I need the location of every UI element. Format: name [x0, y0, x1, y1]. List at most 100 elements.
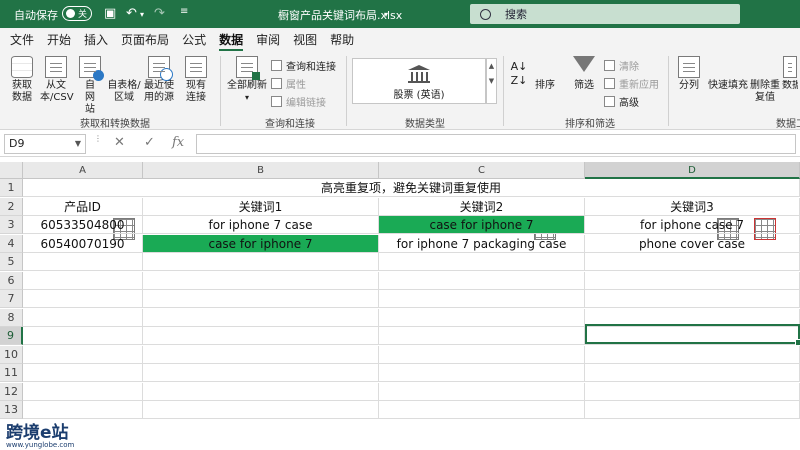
data-cell[interactable]: for iphone 7 case	[143, 216, 379, 234]
sort-button[interactable]: 排序	[532, 56, 558, 240]
empty-cell[interactable]	[585, 364, 800, 382]
empty-cell[interactable]	[585, 290, 800, 308]
empty-cell[interactable]	[23, 364, 143, 382]
empty-cell[interactable]	[585, 308, 800, 327]
data-cell[interactable]: 60540070190	[23, 234, 143, 253]
empty-cell[interactable]	[585, 345, 800, 364]
empty-cell[interactable]	[143, 345, 379, 364]
autosave-toggle[interactable]: 关	[62, 6, 92, 21]
undo-dropdown-icon[interactable]: ▾	[140, 10, 144, 19]
text-to-columns-button[interactable]: 分列	[676, 56, 702, 92]
empty-cell[interactable]	[143, 271, 379, 290]
header-cell[interactable]: 关键词1	[143, 197, 379, 216]
empty-cell[interactable]	[23, 271, 143, 290]
row-header-8[interactable]: 8	[0, 308, 23, 327]
empty-cell[interactable]	[379, 271, 585, 290]
empty-cell[interactable]	[143, 290, 379, 308]
redo-icon[interactable]: ↷	[154, 6, 165, 21]
sheet-title-cell[interactable]: 高亮重复项，避免关键词重复使用	[23, 179, 800, 197]
row-header-5[interactable]: 5	[0, 253, 23, 271]
row-header-11[interactable]: 11	[0, 364, 23, 382]
header-cell[interactable]: 关键词2	[379, 197, 585, 216]
empty-cell[interactable]	[23, 327, 143, 345]
duplicate-highlight-cell[interactable]: case for iphone 7	[379, 216, 585, 234]
existing-connections-button[interactable]: 现有连接	[182, 56, 210, 104]
empty-cell[interactable]	[379, 308, 585, 327]
title-dropdown-icon[interactable]: ▾	[384, 10, 388, 19]
sort-ascending-button[interactable]: A↓ Z↓	[510, 60, 528, 88]
row-header-12[interactable]: 12	[0, 382, 23, 401]
tab-help[interactable]: 帮助	[330, 28, 354, 52]
get-data-button[interactable]: 获取数据	[6, 56, 38, 104]
empty-cell[interactable]	[143, 401, 379, 419]
column-header-c[interactable]: C	[379, 162, 585, 179]
column-header-a[interactable]: A	[23, 162, 143, 179]
tab-review[interactable]: 审阅	[256, 28, 280, 52]
empty-cell[interactable]	[379, 327, 585, 345]
clear-button[interactable]: 清除	[604, 58, 639, 73]
empty-cell[interactable]	[23, 253, 143, 271]
tab-formulas[interactable]: 公式	[182, 28, 206, 52]
row-header-10[interactable]: 10	[0, 345, 23, 364]
duplicate-highlight-cell[interactable]: case for iphone 7	[143, 234, 379, 253]
row-header-4[interactable]: 4	[0, 234, 23, 253]
name-box[interactable]: D9 ▼	[4, 134, 86, 154]
insert-function-icon[interactable]: fx	[172, 135, 184, 150]
from-web-button[interactable]: 自网站	[76, 56, 104, 116]
tab-data[interactable]: 数据	[219, 28, 244, 52]
data-cell[interactable]: 60533504800	[23, 216, 143, 234]
flash-fill-button[interactable]: 快速填充	[706, 56, 750, 240]
data-cell[interactable]: phone cover case	[585, 234, 800, 253]
from-table-button[interactable]: 自表格/区域	[106, 56, 142, 240]
stocks-datatype-button[interactable]: 股票 (英语)	[352, 58, 486, 104]
tab-home[interactable]: 开始	[47, 28, 71, 52]
data-validation-button[interactable]: 数据验证	[782, 56, 798, 92]
empty-cell[interactable]	[585, 271, 800, 290]
save-icon[interactable]: ▣	[104, 6, 116, 21]
empty-cell[interactable]	[585, 382, 800, 401]
recent-sources-button[interactable]: 最近使用的源	[142, 56, 176, 104]
data-cell[interactable]: for iphone case 7	[585, 216, 800, 234]
header-cell[interactable]: 产品ID	[23, 197, 143, 216]
empty-cell[interactable]	[379, 290, 585, 308]
row-header-1[interactable]: 1	[0, 179, 23, 197]
header-cell[interactable]: 关键词3	[585, 197, 800, 216]
data-cell[interactable]: for iphone 7 packaging case	[379, 234, 585, 253]
empty-cell[interactable]	[23, 401, 143, 419]
tab-page-layout[interactable]: 页面布局	[121, 28, 169, 52]
row-header-6[interactable]: 6	[0, 271, 23, 290]
column-header-b[interactable]: B	[143, 162, 379, 179]
empty-cell[interactable]	[143, 308, 379, 327]
empty-cell[interactable]	[23, 290, 143, 308]
empty-cell[interactable]	[23, 382, 143, 401]
row-header-2[interactable]: 2	[0, 197, 23, 216]
reapply-button[interactable]: 重新应用	[604, 76, 659, 91]
empty-cell[interactable]	[23, 345, 143, 364]
empty-cell[interactable]	[379, 253, 585, 271]
row-header-3[interactable]: 3	[0, 216, 23, 234]
tab-insert[interactable]: 插入	[84, 28, 108, 52]
empty-cell[interactable]	[379, 382, 585, 401]
edit-links-button[interactable]: 编辑链接	[271, 94, 326, 109]
empty-cell[interactable]	[585, 401, 800, 419]
from-text-csv-button[interactable]: 从文本/CSV	[40, 56, 74, 104]
formula-input[interactable]	[196, 134, 796, 154]
tab-file[interactable]: 文件	[10, 28, 34, 52]
filter-button[interactable]: 筛选	[570, 56, 598, 92]
empty-cell[interactable]	[143, 327, 379, 345]
row-header-7[interactable]: 7	[0, 290, 23, 308]
tab-view[interactable]: 视图	[293, 28, 317, 52]
cancel-icon[interactable]: ✕	[114, 135, 125, 150]
customize-toolbar-icon[interactable]: ≡	[180, 6, 188, 17]
datatype-gallery-scroll[interactable]: ▲ ▼	[486, 58, 497, 104]
empty-cell[interactable]	[23, 308, 143, 327]
row-header-13[interactable]: 13	[0, 401, 23, 419]
row-header-9[interactable]: 9	[0, 327, 23, 345]
empty-cell[interactable]	[143, 382, 379, 401]
empty-cell[interactable]	[143, 253, 379, 271]
empty-cell[interactable]	[585, 253, 800, 271]
queries-connections-button[interactable]: 查询和连接	[271, 58, 336, 73]
empty-cell[interactable]	[379, 364, 585, 382]
properties-button[interactable]: 属性	[271, 76, 306, 91]
empty-cell[interactable]	[143, 364, 379, 382]
